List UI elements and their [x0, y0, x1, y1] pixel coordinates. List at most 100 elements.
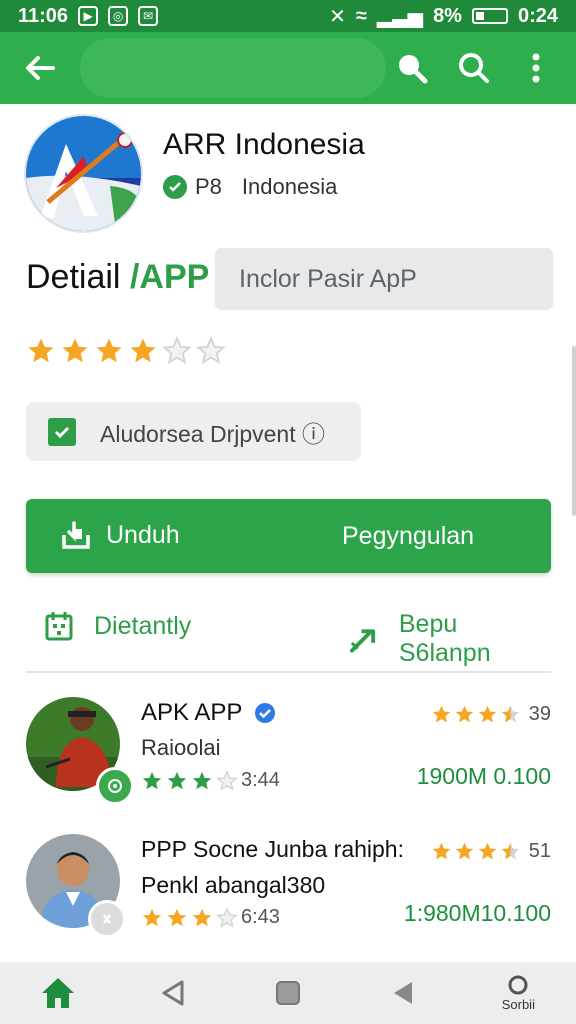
- item-rating-stars: [431, 704, 521, 725]
- star-filled-icon: [432, 705, 450, 723]
- developer-name: Indonesia: [241, 174, 338, 199]
- secondary-actions: Dietantly Bepu S6lanpn: [26, 600, 551, 667]
- star-half-icon: [501, 842, 519, 860]
- settings-action-label[interactable]: Pegyngulan: [342, 522, 474, 551]
- star-filled-icon: [167, 771, 187, 789]
- mute-icon: ✕: [329, 5, 346, 28]
- star-empty-icon: [196, 336, 226, 365]
- status-time-left: 11:06: [18, 4, 69, 27]
- share-arrow-icon: [349, 629, 376, 653]
- nav-recents[interactable]: [373, 965, 433, 1021]
- nav-back[interactable]: [143, 965, 203, 1021]
- star-empty-icon: [162, 336, 192, 365]
- item-stars: 6:43: [141, 906, 280, 929]
- star-empty-icon: [216, 906, 238, 928]
- app-notification-icon: ◎: [108, 6, 129, 26]
- item-subtitle: Raioolai: [141, 735, 221, 760]
- item-rating-text: 51: [528, 840, 551, 862]
- verified-check-icon: [163, 175, 187, 199]
- star-filled-icon: [130, 338, 156, 363]
- back-triangle-icon: [162, 980, 184, 1006]
- item-star-icons: [141, 906, 238, 929]
- square-icon: [275, 981, 300, 1005]
- star-filled-icon: [455, 705, 473, 723]
- mail-icon: ✉: [138, 6, 159, 26]
- item-size: 1900M 0.100: [416, 763, 551, 789]
- nav-home-square[interactable]: [258, 965, 318, 1021]
- item-star-icons: [141, 769, 238, 792]
- list-item[interactable]: PPP Socne Junba rahiph: Penkl abangal380…: [26, 834, 551, 944]
- divider: [26, 671, 551, 673]
- app-bar-highlight: [80, 38, 386, 98]
- nav-search-label: Sorbii: [501, 997, 535, 1012]
- calendar-icon: [45, 612, 73, 641]
- star-half-icon: [501, 705, 519, 723]
- star-filled-icon: [478, 842, 496, 860]
- share-action[interactable]: Bepu S6lanpn: [348, 610, 551, 668]
- bottom-navigation: Sorbii: [0, 962, 576, 1024]
- search-input[interactable]: Inclor Pasir ApP: [215, 248, 553, 310]
- item-stars-caption: 6:43: [241, 906, 280, 928]
- star-filled-icon: [432, 842, 450, 860]
- download-button[interactable]: Unduh Pegyngulan: [26, 499, 551, 573]
- detail-heading-text: Detiail: [26, 258, 130, 296]
- star-filled-icon: [192, 771, 212, 789]
- star-filled-icon: [96, 338, 122, 363]
- search-button-filled[interactable]: [388, 44, 436, 92]
- status-bar-right: ✕ ≈ ▂▃▅ 8% 0:24: [329, 4, 558, 29]
- item-rating: 51: [431, 840, 551, 863]
- search-button[interactable]: [450, 44, 498, 92]
- detail-heading: Detiail /APP: [26, 258, 209, 297]
- search-circle-icon: [508, 975, 528, 995]
- star-filled-icon: [455, 842, 473, 860]
- item-rating-text: 39: [528, 703, 551, 725]
- more-options-button[interactable]: [512, 44, 560, 92]
- download-action[interactable]: Unduh: [60, 519, 180, 551]
- app-rating: [26, 336, 226, 366]
- install-badge-icon: [96, 767, 134, 805]
- detail-heading-accent: /APP: [129, 258, 210, 296]
- star-filled-icon: [192, 908, 212, 926]
- back-button[interactable]: [16, 44, 64, 92]
- checkbox-checked-icon[interactable]: [48, 417, 76, 446]
- star-filled-icon: [167, 908, 187, 926]
- developer-row[interactable]: P8 Indonesia: [163, 174, 337, 200]
- star-filled-icon: [142, 908, 162, 926]
- home-icon: [41, 978, 74, 1008]
- download-label: Unduh: [106, 520, 180, 549]
- star-filled-icon: [28, 338, 54, 363]
- app-logo: [26, 116, 141, 231]
- nav-home[interactable]: [28, 965, 88, 1021]
- more-vertical-icon: [532, 53, 540, 83]
- search-icon: [459, 53, 489, 83]
- signal-icon: ▂▃▅: [376, 5, 424, 28]
- battery-icon: [471, 8, 508, 24]
- developer-prefix: P8: [195, 174, 222, 199]
- item-title-row: APK APP: [141, 699, 276, 727]
- star-empty-icon: [216, 769, 238, 791]
- details-label: Dietantly: [94, 611, 192, 640]
- star-filled-icon: [478, 705, 496, 723]
- star-filled-icon: [62, 338, 88, 363]
- scrollbar[interactable]: [572, 346, 576, 516]
- arrow-left-icon: [26, 56, 55, 80]
- nav-search[interactable]: Sorbii: [488, 965, 548, 1021]
- archery-logo-icon: [26, 116, 141, 231]
- item-subtitle: Penkl abangal380: [141, 872, 326, 898]
- app-title: ARR Indonesia: [163, 128, 365, 161]
- search-placeholder: Inclor Pasir ApP: [239, 264, 417, 293]
- app-bar: [0, 32, 576, 104]
- options-chip[interactable]: Aludorsea Drjpvent ⓘ: [26, 402, 361, 461]
- chip-label: Aludorsea Drjpvent ⓘ: [100, 420, 325, 447]
- verified-badge-icon: [255, 703, 276, 723]
- star-filled-icon: [142, 771, 162, 789]
- triangle-left-icon: [394, 982, 413, 1004]
- status-bar-left: 11:06 ▶ ◎ ✉: [18, 4, 159, 28]
- search-icon: [399, 55, 428, 84]
- details-action[interactable]: Dietantly: [44, 610, 191, 642]
- list-item[interactable]: APK APP Raioolai 3:44 39 1900M 0.100: [26, 697, 551, 807]
- item-rating: 39: [431, 703, 551, 726]
- status-bar: 11:06 ▶ ◎ ✉ ✕ ≈ ▂▃▅ 8% 0:24: [0, 0, 576, 32]
- item-stars: 3:44: [141, 769, 280, 792]
- item-title: APK APP: [141, 699, 243, 726]
